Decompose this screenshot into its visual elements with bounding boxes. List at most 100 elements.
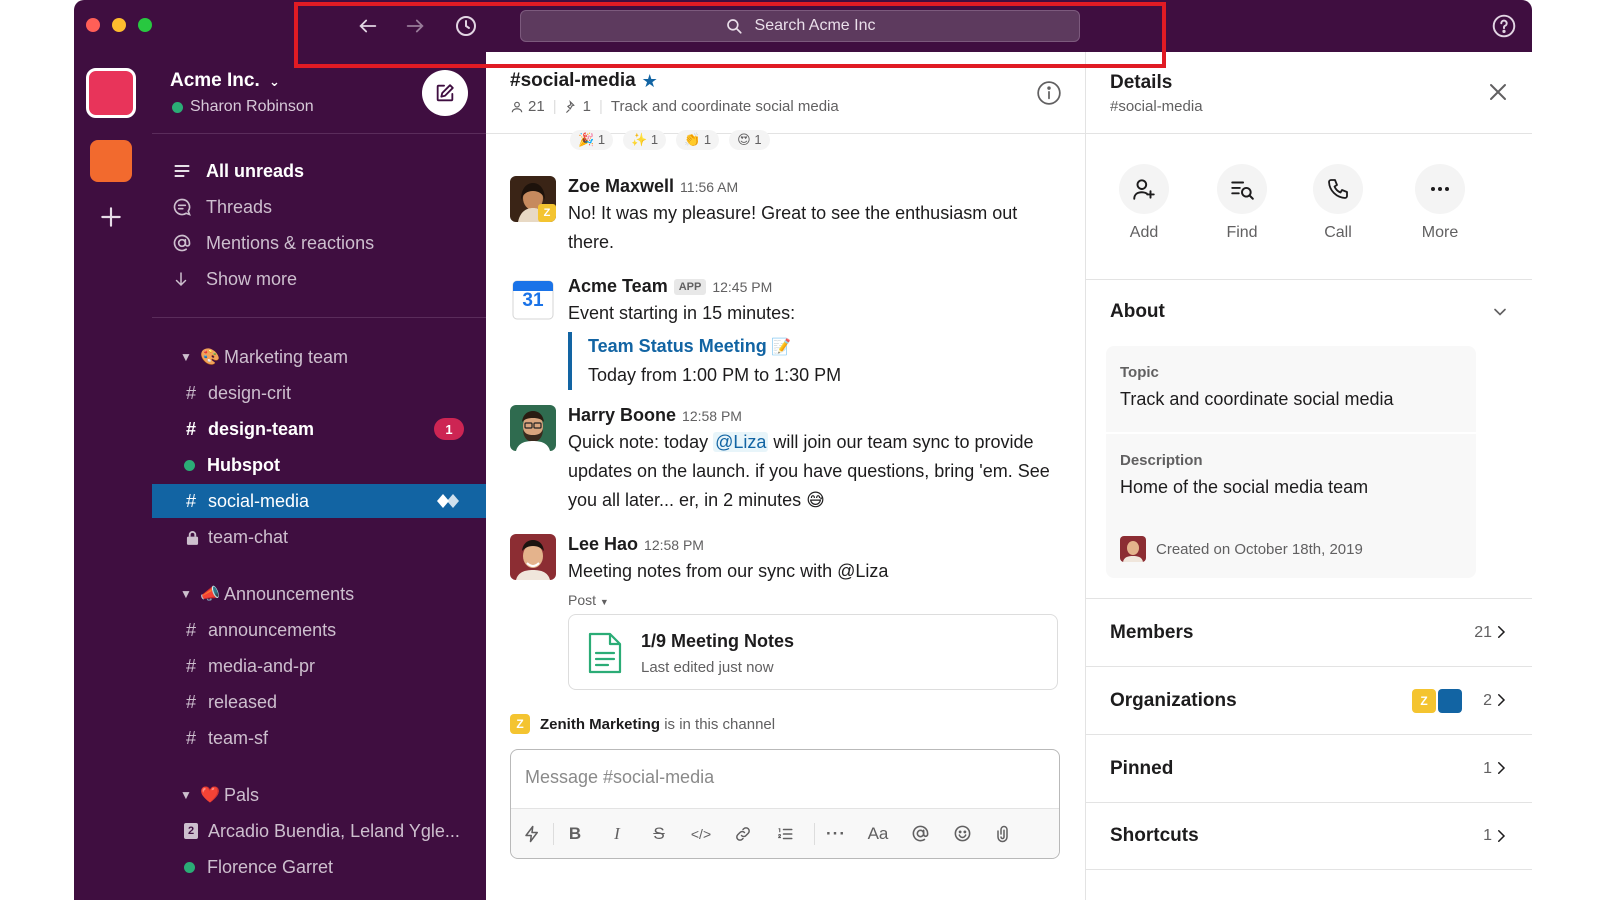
sidebar-item-show-more[interactable]: Show more	[152, 262, 486, 296]
find-action-button[interactable]: Find	[1202, 164, 1282, 242]
reaction-pill[interactable]: 🎉 1	[570, 130, 614, 150]
numbered-list-button[interactable]	[764, 816, 806, 852]
members-row[interactable]: Members 21	[1086, 598, 1532, 666]
channel-name-button[interactable]: #social-media ★	[510, 70, 658, 92]
row-label: Members	[1110, 621, 1194, 643]
reaction-pill[interactable]: 👏 1	[676, 130, 720, 150]
shortcuts-button[interactable]	[511, 816, 553, 852]
sidebar-item-team-sf[interactable]: # team-sf	[152, 721, 486, 755]
search-bar[interactable]: Search Acme Inc	[520, 10, 1080, 42]
code-button[interactable]: </>	[680, 816, 722, 852]
message-author[interactable]: Acme Team	[568, 276, 668, 297]
workspace-rail	[74, 52, 152, 900]
italic-button[interactable]: I	[596, 816, 638, 852]
message-time[interactable]: 12:58 PM	[682, 408, 742, 424]
event-link[interactable]: Team Status Meeting	[588, 336, 767, 356]
org-name[interactable]: Zenith Marketing	[540, 716, 660, 733]
emoji-button[interactable]	[941, 816, 983, 852]
section-announcements[interactable]: ▼ 📣 Announcements	[152, 577, 486, 611]
message-input[interactable]	[525, 762, 1045, 792]
sidebar-item-all-unreads[interactable]: All unreads	[152, 154, 486, 188]
sidebar-item-label: Florence Garret	[207, 856, 334, 877]
message-time[interactable]: 12:45 PM	[712, 279, 772, 295]
attach-button[interactable]	[983, 816, 1025, 852]
forward-button[interactable]	[401, 12, 429, 40]
topic-row[interactable]: Topic Track and coordinate social media	[1120, 364, 1393, 410]
avatar[interactable]	[510, 405, 556, 451]
compose-button[interactable]	[422, 70, 468, 116]
more-formatting-button[interactable]: ···	[815, 816, 857, 852]
description-row[interactable]: Description Home of the social media tea…	[1120, 452, 1368, 498]
workspace-other[interactable]	[90, 140, 132, 182]
post-type-dropdown[interactable]: Post ▼	[568, 592, 1068, 608]
sidebar-item-mentions[interactable]: Mentions & reactions	[152, 226, 486, 260]
message-author[interactable]: Lee Hao	[568, 534, 638, 555]
sidebar-item-design-crit[interactable]: # design-crit	[152, 376, 486, 410]
sidebar-item-florence-garret[interactable]: Florence Garret	[152, 850, 486, 884]
workspace-acme[interactable]	[86, 68, 136, 118]
pinned-row[interactable]: Pinned 1	[1086, 734, 1532, 802]
avatar[interactable]	[510, 534, 556, 580]
pins-count-button[interactable]: 1	[565, 98, 591, 115]
channel-info-button[interactable]	[1036, 80, 1064, 108]
sidebar-item-team-chat[interactable]: team-chat	[152, 520, 486, 554]
topic-label: Topic	[1120, 364, 1159, 381]
sidebar-item-social-media[interactable]: # social-media	[152, 484, 486, 518]
caret-down-icon: ▼	[180, 788, 192, 802]
bold-button[interactable]: B	[554, 816, 596, 852]
sidebar-item-media-and-pr[interactable]: # media-and-pr	[152, 649, 486, 683]
close-details-button[interactable]	[1486, 80, 1510, 109]
channel-topic[interactable]: Track and coordinate social media	[611, 98, 839, 115]
strikethrough-button[interactable]: S	[638, 816, 680, 852]
section-pals[interactable]: ▼ ❤️ Pals	[152, 778, 486, 812]
star-icon[interactable]: ★	[642, 71, 658, 92]
reaction-pill[interactable]: 😍 1	[729, 130, 770, 150]
sidebar-item-group-dm[interactable]: 2 Arcadio Buendia, Leland Ygle...	[152, 814, 486, 848]
sidebar-item-design-team[interactable]: # design-team 1	[152, 412, 486, 446]
history-button[interactable]	[452, 12, 480, 40]
message-author[interactable]: Harry Boone	[568, 405, 676, 426]
avatar[interactable]: Z	[510, 176, 556, 222]
zoom-window-button[interactable]	[138, 18, 152, 32]
sidebar-item-hubspot[interactable]: Hubspot	[152, 448, 486, 482]
back-button[interactable]	[354, 12, 382, 40]
close-window-button[interactable]	[86, 18, 100, 32]
help-button[interactable]	[1490, 12, 1518, 40]
sidebar-item-threads[interactable]: Threads	[152, 190, 486, 224]
workspace-menu[interactable]: Acme Inc. ⌄	[170, 70, 280, 92]
section-marketing-team[interactable]: ▼ 🎨 Marketing team	[152, 340, 486, 374]
row-label: Pinned	[1110, 757, 1174, 779]
minimize-window-button[interactable]	[112, 18, 126, 32]
sidebar-item-announcements[interactable]: # announcements	[152, 613, 486, 647]
link-button[interactable]	[722, 816, 764, 852]
organizations-row[interactable]: Organizations Z 2	[1086, 666, 1532, 734]
shortcuts-row[interactable]: Shortcuts 1	[1086, 802, 1532, 870]
sidebar-item-released[interactable]: # released	[152, 685, 486, 719]
description-value: Home of the social media team	[1120, 477, 1369, 497]
workspace-header: Acme Inc. ⌄ Sharon Robinson	[152, 52, 486, 134]
sidebar-item-label: Threads	[206, 196, 273, 217]
hash-icon: #	[186, 727, 197, 748]
row-count: 1	[1483, 827, 1492, 844]
action-label: Call	[1324, 224, 1352, 241]
post-attachment[interactable]: 1/9 Meeting Notes Last edited just now	[568, 614, 1058, 690]
sidebar-item-label: Hubspot	[207, 454, 280, 475]
call-action-button[interactable]: Call	[1298, 164, 1378, 242]
message-time[interactable]: 12:58 PM	[644, 537, 704, 553]
text-format-button[interactable]: Aa	[857, 816, 899, 852]
org-channel-note: Z Zenith Marketing is in this channel	[510, 714, 775, 734]
creator-avatar[interactable]	[1120, 536, 1146, 562]
message-author[interactable]: Zoe Maxwell	[568, 176, 674, 197]
add-workspace-button[interactable]	[98, 204, 124, 238]
message-time[interactable]: 11:56 AM	[680, 179, 738, 195]
members-count-button[interactable]: 21	[510, 98, 545, 115]
more-action-button[interactable]: More	[1400, 164, 1480, 242]
add-action-button[interactable]: Add	[1104, 164, 1184, 242]
user-mention[interactable]: @Liza	[713, 432, 769, 452]
reaction-pill[interactable]: ✨ 1	[623, 130, 667, 150]
calendar-app-avatar[interactable]: 31	[510, 276, 556, 322]
about-section-toggle[interactable]: About	[1086, 280, 1532, 344]
action-label: More	[1421, 224, 1459, 241]
mention-button[interactable]	[899, 816, 941, 852]
document-icon	[587, 631, 623, 680]
